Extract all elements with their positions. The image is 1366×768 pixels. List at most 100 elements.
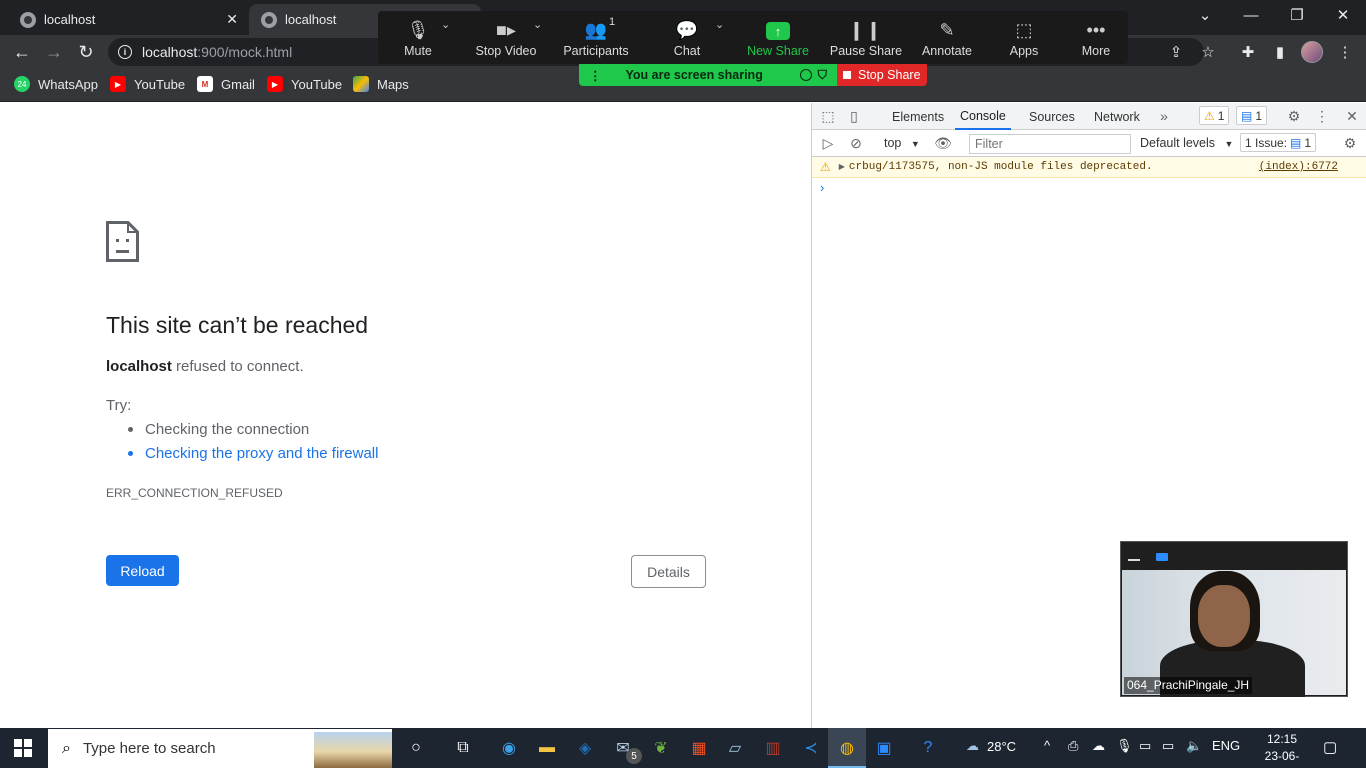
stop-share-button[interactable]: Stop Share — [837, 64, 927, 86]
console-settings-gear-icon[interactable]: ⚙ — [1340, 133, 1360, 153]
microphone-tray-icon[interactable]: 🎙 — [1116, 738, 1133, 754]
back-arrow-icon[interactable]: ← — [9, 39, 35, 65]
vscode-icon[interactable]: ≺ — [796, 733, 826, 763]
bookmark-whatsapp[interactable]: 24 WhatsApp — [14, 75, 98, 93]
tab-sources[interactable]: Sources — [1029, 103, 1075, 130]
bookmark-star-icon[interactable]: ☆ — [1196, 40, 1220, 64]
zoom-button-label: New Share — [747, 44, 809, 58]
task-view-icon[interactable]: ⧉ — [448, 733, 478, 763]
bookmark-gmail[interactable]: M Gmail — [197, 75, 255, 93]
expand-triangle-icon[interactable]: ▶ — [839, 162, 845, 172]
zoom-participants-button[interactable]: 👥 Participants — [556, 14, 636, 62]
edge-browser-icon[interactable]: ◉ — [494, 733, 524, 763]
globe-icon — [261, 11, 277, 28]
inspect-element-icon[interactable]: ⬚ — [818, 106, 838, 126]
live-expression-eye-icon[interactable]: 👁 — [933, 133, 953, 153]
zoom-more-button[interactable]: ••• More — [1056, 14, 1136, 62]
suggestion-link[interactable]: Checking the proxy and the firewall — [128, 445, 378, 462]
device-icon[interactable]: ⎙ — [1068, 738, 1078, 754]
zoom-button-label: Stop Video — [475, 44, 537, 58]
console-prompt-icon[interactable]: › — [820, 180, 824, 195]
mysql-workbench-icon[interactable]: ◈ — [570, 733, 600, 763]
profile-avatar[interactable] — [1301, 41, 1323, 63]
more-tabs-chevron-icon[interactable]: » — [1154, 106, 1174, 126]
close-devtools-icon[interactable]: ✕ — [1342, 106, 1362, 126]
bookmark-youtube-2[interactable]: ▶ YouTube — [267, 75, 342, 93]
participants-icon: 👥 — [584, 19, 608, 40]
chrome-icon[interactable]: ◍ — [832, 733, 862, 763]
suggestion-link-text[interactable]: Checking the proxy and the firewall — [145, 445, 378, 462]
suggestion-item: Checking the connection — [128, 421, 309, 438]
tab-search-chevron-icon[interactable]: ⌄ — [1182, 0, 1228, 30]
show-sidebar-icon[interactable]: ▷ — [818, 133, 838, 153]
restore-window-icon[interactable]: ❐ — [1274, 0, 1320, 30]
info-icon[interactable]: i — [118, 45, 132, 59]
show-hidden-icons-chevron[interactable]: ^ — [1044, 738, 1050, 753]
context-selector[interactable]: top ▼ — [884, 136, 920, 150]
minimize-video-icon[interactable] — [1128, 559, 1140, 561]
zoom-new-share-button[interactable]: ↑ New Share — [738, 14, 818, 62]
mute-options-chevron-icon[interactable]: ⌄ — [441, 18, 450, 31]
tab-elements[interactable]: Elements — [892, 103, 944, 130]
chat-options-chevron-icon[interactable]: ⌄ — [715, 18, 724, 31]
zoom-pause-share-button[interactable]: ❙❙ Pause Share — [826, 14, 906, 62]
security-shield-icon[interactable]: ⛉ — [818, 68, 827, 83]
reload-icon[interactable]: ↻ — [73, 39, 99, 65]
close-tab-icon[interactable]: ✕ — [226, 11, 238, 28]
warnings-badge[interactable]: ⚠ 1 — [1199, 106, 1230, 125]
volume-icon[interactable]: 🔈 — [1186, 738, 1202, 754]
close-window-icon[interactable]: ✕ — [1320, 0, 1366, 30]
console-filter-input[interactable] — [969, 134, 1131, 154]
warning-source-link[interactable]: (index):6772 — [1259, 161, 1338, 173]
display-icon[interactable]: ▭ — [1139, 738, 1151, 754]
spring-tools-icon[interactable]: ❦ — [646, 733, 676, 763]
share-page-icon[interactable]: ⇪ — [1164, 40, 1188, 64]
notifications-icon[interactable]: ▢ — [1323, 738, 1337, 756]
video-options-chevron-icon[interactable]: ⌄ — [533, 18, 542, 31]
winrar-icon[interactable]: ▥ — [758, 733, 788, 763]
tab-title: localhost — [44, 12, 96, 27]
microsoft-store-icon[interactable]: ▦ — [684, 733, 714, 763]
side-panel-icon[interactable]: ▮ — [1268, 40, 1292, 64]
search-highlight-art — [314, 732, 392, 768]
forward-arrow-icon[interactable]: → — [41, 39, 67, 65]
status-info-icon[interactable] — [799, 69, 812, 81]
reload-button[interactable]: Reload — [106, 555, 179, 586]
tab-localhost-1[interactable]: localhost ✕ — [8, 4, 248, 35]
file-explorer-icon[interactable]: ▬ — [532, 733, 562, 763]
clear-console-icon[interactable]: ⊘ — [846, 133, 866, 153]
issues-button[interactable]: 1 Issue: ▤ 1 — [1240, 133, 1317, 152]
devtools-menu-icon[interactable]: ⋮ — [1312, 106, 1332, 126]
video-layout-icon[interactable] — [1156, 553, 1168, 561]
extensions-puzzle-icon[interactable]: ✚ — [1236, 40, 1260, 64]
notepad-icon[interactable]: ▱ — [720, 733, 750, 763]
cortana-icon[interactable]: ○ — [401, 733, 431, 763]
youtube-icon: ▶ — [267, 76, 283, 92]
bookmark-label: WhatsApp — [38, 76, 98, 92]
tab-network[interactable]: Network — [1094, 103, 1140, 130]
settings-gear-icon[interactable]: ⚙ — [1284, 106, 1304, 126]
error-description-text: refused to connect. — [171, 358, 304, 375]
bookmark-youtube-1[interactable]: ▶ YouTube — [110, 75, 185, 93]
help-icon[interactable]: ? — [913, 733, 943, 763]
onedrive-cloud-icon[interactable]: ☁ — [1092, 738, 1105, 754]
chrome-menu-icon[interactable]: ⋮ — [1333, 40, 1357, 64]
battery-icon[interactable]: ▭ — [1162, 738, 1174, 754]
details-button[interactable]: Details — [631, 555, 706, 588]
drag-handle-icon[interactable]: ⋮ — [589, 68, 602, 83]
warning-icon: ⚠ — [820, 160, 831, 175]
device-toolbar-icon[interactable]: ▯ — [844, 106, 864, 126]
input-language[interactable]: ENG — [1212, 738, 1240, 753]
zoom-apps-button[interactable]: ⬚ Apps — [984, 14, 1064, 62]
bookmark-maps[interactable]: Maps — [353, 75, 409, 93]
zoom-annotate-button[interactable]: ✎ Annotate — [907, 14, 987, 62]
weather-widget[interactable]: ☁ 28°C — [966, 738, 1016, 754]
taskbar-clock[interactable]: 12:15 23-06-2022 — [1256, 731, 1308, 768]
zoom-app-icon[interactable]: ▣ — [869, 733, 899, 763]
log-levels-dropdown[interactable]: Default levels ▼ — [1140, 136, 1233, 150]
minimize-window-icon[interactable]: — — [1228, 0, 1274, 30]
tab-console[interactable]: Console — [955, 103, 1011, 130]
screen-sharing-banner[interactable]: ⋮ You are screen sharing ⛉ — [579, 64, 837, 86]
messages-badge[interactable]: ▤ 1 — [1236, 106, 1268, 125]
windows-start-icon[interactable] — [14, 739, 32, 757]
